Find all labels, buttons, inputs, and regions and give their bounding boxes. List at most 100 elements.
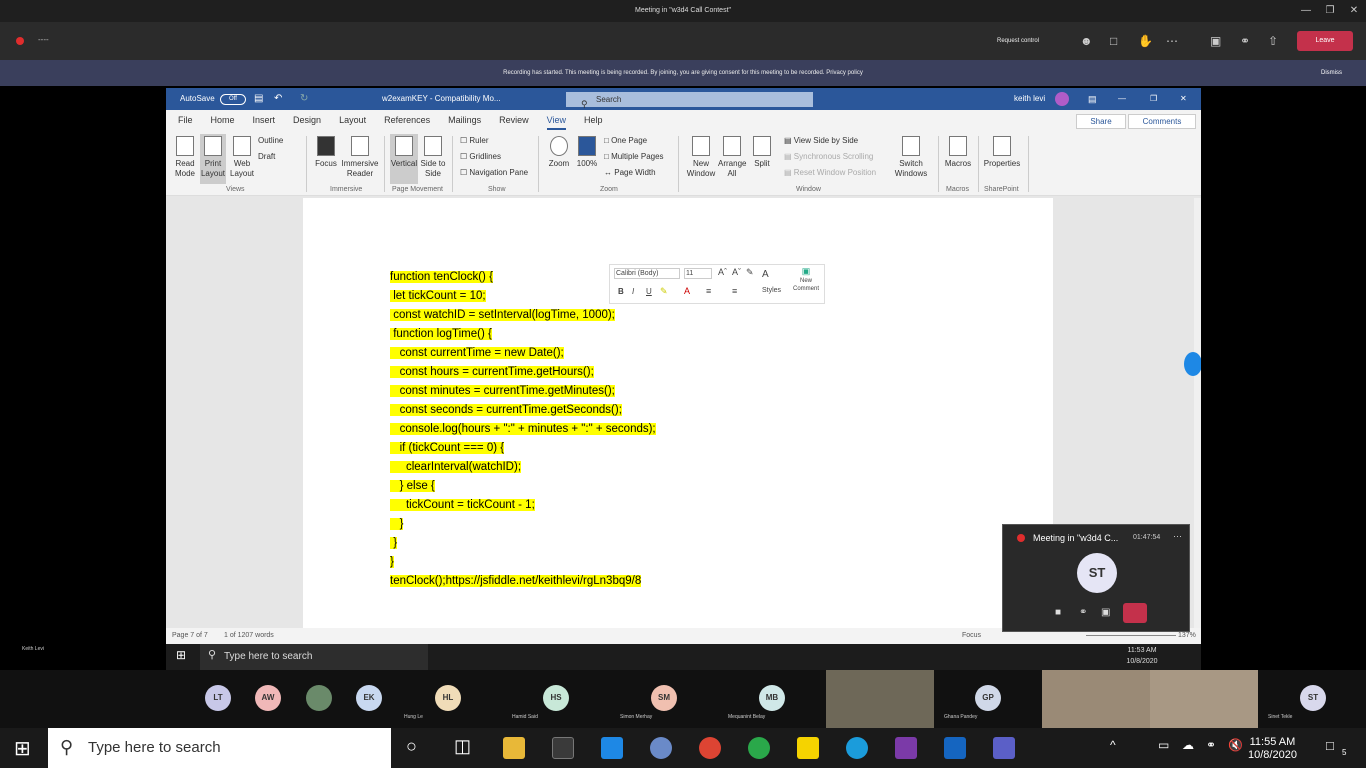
grow-font-icon[interactable]: Aˆ (718, 267, 727, 277)
chrome-icon[interactable] (699, 737, 721, 759)
print-layout-button[interactable]: Print Layout (200, 134, 226, 184)
new-comment-button[interactable]: ▣ New Comment (792, 267, 820, 293)
tab-file[interactable]: File (178, 110, 193, 130)
reset-window-button[interactable]: ▤ Reset Window Position (784, 168, 876, 178)
camera-icon[interactable]: ■ (1055, 607, 1061, 618)
volume-muted-icon[interactable]: 🔇 (1228, 738, 1243, 752)
font-size-select[interactable]: 11 (684, 268, 712, 279)
dropbox-icon[interactable] (1184, 352, 1201, 376)
font-color-icon[interactable]: A (684, 286, 690, 296)
navigation-pane-checkbox[interactable]: ☐ Navigation Pane (460, 168, 528, 178)
participant-avatar[interactable]: ST (1300, 685, 1326, 711)
undo-icon[interactable]: ↶ (274, 88, 282, 110)
word-restore-icon[interactable]: ❐ (1150, 88, 1157, 110)
participant-video[interactable] (826, 670, 934, 728)
multiple-pages-button[interactable]: □ Multiple Pages (604, 152, 664, 162)
mic-icon[interactable]: ⚭ (1079, 607, 1087, 618)
chevron-up-icon[interactable]: ^ (1110, 738, 1116, 752)
redo-icon[interactable]: ↻ (300, 88, 308, 110)
edge-icon[interactable] (846, 737, 868, 759)
outlook-icon[interactable] (944, 737, 966, 759)
one-page-button[interactable]: □ One Page (604, 136, 647, 146)
notifications-icon[interactable]: □ (1326, 738, 1334, 753)
restore-icon[interactable]: ❐ (1318, 0, 1342, 22)
tab-layout[interactable]: Layout (339, 110, 366, 130)
font-select[interactable]: Calibri (Body) (614, 268, 680, 279)
participant-avatar[interactable]: GP (975, 685, 1001, 711)
underline-icon[interactable]: U (646, 287, 652, 296)
cortana-icon[interactable]: ○ (406, 736, 417, 757)
cloud-icon[interactable]: ☁ (1182, 738, 1194, 752)
participant-avatar[interactable]: EK (356, 685, 382, 711)
minimize-icon[interactable]: — (1294, 0, 1318, 22)
chat-icon[interactable]: □ (1110, 34, 1117, 48)
participant-avatar[interactable]: MB (759, 685, 785, 711)
properties-button[interactable]: Properties (982, 136, 1022, 169)
web-layout-button[interactable]: Web Layout (230, 136, 254, 179)
participant-avatar[interactable]: SM (651, 685, 677, 711)
leave-button[interactable]: Leave (1297, 31, 1353, 51)
participant-avatar-image[interactable] (306, 685, 332, 711)
avatar[interactable] (1055, 92, 1069, 106)
shrink-font-icon[interactable]: Aˇ (732, 267, 741, 277)
sync-scrolling-button[interactable]: ▤ Synchronous Scrolling (784, 152, 873, 162)
code-block[interactable]: function tenClock() { let tickCount = 10… (390, 268, 656, 591)
store-icon[interactable] (552, 737, 574, 759)
participant-avatar[interactable]: AW (255, 685, 281, 711)
taskbar-clock[interactable]: 11:55 AM 10/8/2020 (1248, 736, 1297, 762)
mic-icon[interactable]: ⚭ (1240, 34, 1250, 48)
bullets-icon[interactable]: ≡ (706, 286, 711, 296)
tab-mailings[interactable]: Mailings (448, 110, 481, 130)
new-window-button[interactable]: New Window (686, 136, 716, 179)
search-input[interactable]: Search (566, 92, 813, 107)
more-icon[interactable]: ⋯ (1173, 531, 1182, 542)
comments-button[interactable]: Comments (1128, 114, 1196, 129)
participant-avatar[interactable]: HS (543, 685, 569, 711)
share-screen-icon[interactable]: ⇧ (1268, 34, 1278, 48)
r-app-icon[interactable] (650, 737, 672, 759)
styles-label[interactable]: Styles (762, 287, 781, 294)
outline-button[interactable]: Outline (258, 136, 283, 146)
read-mode-button[interactable]: Read Mode (174, 136, 196, 179)
participants-icon[interactable]: ☻ (1080, 34, 1093, 48)
view-side-by-side-button[interactable]: ▤ View Side by Side (784, 136, 858, 146)
scrollbar[interactable] (1194, 198, 1201, 628)
document-page[interactable]: function tenClock() { let tickCount = 10… (303, 198, 1053, 634)
raise-hand-icon[interactable]: ✋ (1138, 34, 1153, 48)
bold-icon[interactable]: B (618, 287, 624, 296)
tab-help[interactable]: Help (584, 110, 603, 130)
autosave-toggle[interactable]: Off (220, 94, 246, 105)
gridlines-checkbox[interactable]: ☐ Gridlines (460, 152, 501, 162)
ruler-checkbox[interactable]: ☐ Ruler (460, 136, 489, 146)
arrange-all-button[interactable]: Arrange All (718, 136, 746, 179)
page-counter[interactable]: Page 7 of 7 (172, 628, 208, 644)
save-icon[interactable]: ▤ (254, 88, 263, 110)
format-painter-icon[interactable]: ✎ (746, 267, 754, 278)
sticky-notes-icon[interactable] (797, 737, 819, 759)
tab-home[interactable]: Home (211, 110, 235, 130)
draft-button[interactable]: Draft (258, 152, 275, 162)
request-control-button[interactable]: Request control (984, 32, 1052, 50)
close-icon[interactable]: ✕ (1342, 0, 1366, 22)
zoom-button[interactable]: Zoom (546, 136, 572, 169)
sync-app-icon[interactable] (748, 737, 770, 759)
mail-icon[interactable] (601, 737, 623, 759)
meeting-popup[interactable]: Meeting in "w3d4 C... 01:47:54 ⋯ ST ■ ⚭ … (1002, 524, 1190, 632)
tab-insert[interactable]: Insert (253, 110, 276, 130)
battery-icon[interactable]: ▭ (1158, 738, 1169, 752)
tab-references[interactable]: References (384, 110, 430, 130)
task-view-icon[interactable]: ◫ (454, 736, 471, 757)
camera-off-icon[interactable]: ▣ (1210, 34, 1221, 48)
italic-icon[interactable]: I (632, 287, 634, 296)
mic-icon[interactable]: ⚭ (1206, 738, 1216, 752)
macros-button[interactable]: Macros (944, 136, 972, 169)
participant-avatar[interactable]: LT (205, 685, 231, 711)
switch-windows-button[interactable]: Switch Windows (894, 136, 928, 179)
focus-button[interactable]: Focus (314, 136, 338, 169)
word-close-icon[interactable]: ✕ (1180, 88, 1187, 110)
tab-design[interactable]: Design (293, 110, 321, 130)
participant-video[interactable] (1042, 670, 1150, 728)
immersive-reader-button[interactable]: Immersive Reader (340, 136, 380, 179)
teams-icon[interactable] (993, 737, 1015, 759)
highlight-icon[interactable]: ✎ (660, 286, 668, 297)
